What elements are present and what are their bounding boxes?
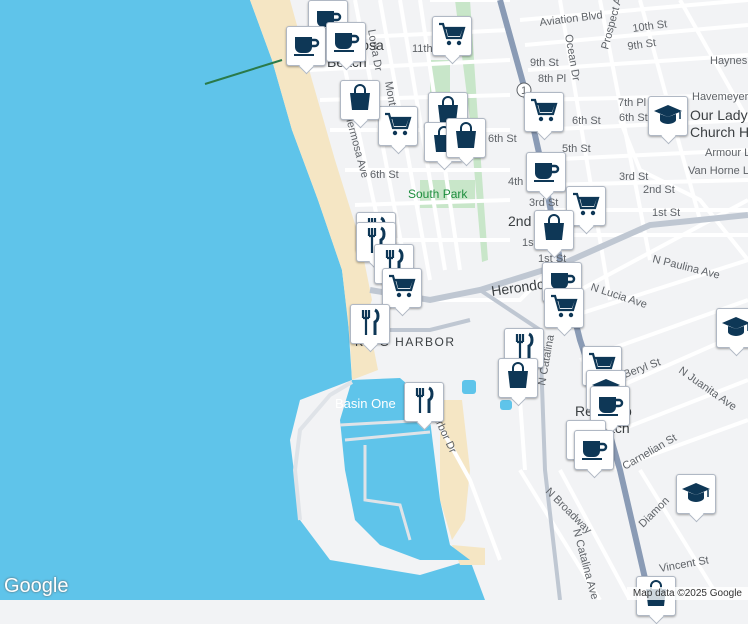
bag-icon <box>503 361 533 396</box>
restaurant-marker[interactable] <box>350 304 390 344</box>
label-6th-st-west: 6th St <box>370 169 399 181</box>
school-icon <box>721 311 748 346</box>
coffee-marker[interactable] <box>286 26 326 66</box>
school-marker[interactable] <box>676 474 716 514</box>
bag-marker[interactable] <box>534 210 574 250</box>
cart-marker[interactable] <box>544 288 584 328</box>
bag-marker[interactable] <box>446 118 486 158</box>
label-haynes: Haynes <box>710 55 748 67</box>
label-2nd-st-b: 2nd St <box>643 184 675 196</box>
restaurant-marker[interactable] <box>404 382 444 422</box>
school-icon <box>653 99 683 134</box>
bag-marker[interactable] <box>340 80 380 120</box>
label-5th-st: 5th St <box>562 143 591 155</box>
coffee-icon <box>595 389 625 424</box>
label-6th-st-a: 6th St <box>488 133 517 145</box>
cart-marker[interactable] <box>432 16 472 56</box>
coffee-marker[interactable] <box>526 152 566 192</box>
label-3rd-st-a: 3rd St <box>529 197 558 209</box>
coffee-icon <box>579 433 609 468</box>
school-icon <box>681 477 711 512</box>
label-our-lady-1: Our Lady o <box>690 107 748 123</box>
cart-icon <box>571 189 601 224</box>
coffee-marker[interactable] <box>326 22 366 62</box>
cart-marker[interactable] <box>378 106 418 146</box>
school-marker[interactable] <box>648 96 688 136</box>
cart-icon <box>383 109 413 144</box>
label-6th-st-b: 6th St <box>572 115 601 127</box>
label-3rd-st-b: 3rd St <box>619 171 648 183</box>
coffee-marker[interactable] <box>574 430 614 470</box>
restaurant-icon <box>355 307 385 342</box>
school-marker[interactable] <box>716 308 748 348</box>
cart-icon <box>437 19 467 54</box>
cart-icon <box>529 95 559 130</box>
bag-icon <box>451 121 481 156</box>
label-our-lady-2: Church He <box>690 124 748 140</box>
bag-icon <box>539 213 569 248</box>
label-armour: Armour L <box>705 147 748 159</box>
label-6th-st-c: 6th St <box>619 112 648 124</box>
cart-marker[interactable] <box>382 268 422 308</box>
google-logo: Google <box>4 575 69 597</box>
bag-icon <box>345 83 375 118</box>
label-south-park: South Park <box>408 187 468 201</box>
label-8th-pl: 8th Pl <box>538 73 566 85</box>
label-basin-one: Basin One <box>335 396 396 411</box>
cart-icon <box>549 291 579 326</box>
label-havemeyer: Havemeyer <box>692 91 748 103</box>
label-7th-pl: 7th Pl <box>618 97 646 109</box>
label-van-horne: Van Horne L <box>688 165 748 177</box>
cart-icon <box>387 271 417 306</box>
coffee-icon <box>531 155 561 190</box>
cart-marker[interactable] <box>524 92 564 132</box>
label-11th: 11th <box>412 43 433 55</box>
label-1st-st-b: 1st St <box>652 207 680 219</box>
coffee-icon <box>331 25 361 60</box>
bag-marker[interactable] <box>498 358 538 398</box>
restaurant-icon <box>409 385 439 420</box>
label-9th-st-a: 9th St <box>530 57 559 69</box>
map-attribution[interactable]: Map data ©2025 Google <box>626 587 748 600</box>
coffee-icon <box>291 29 321 64</box>
